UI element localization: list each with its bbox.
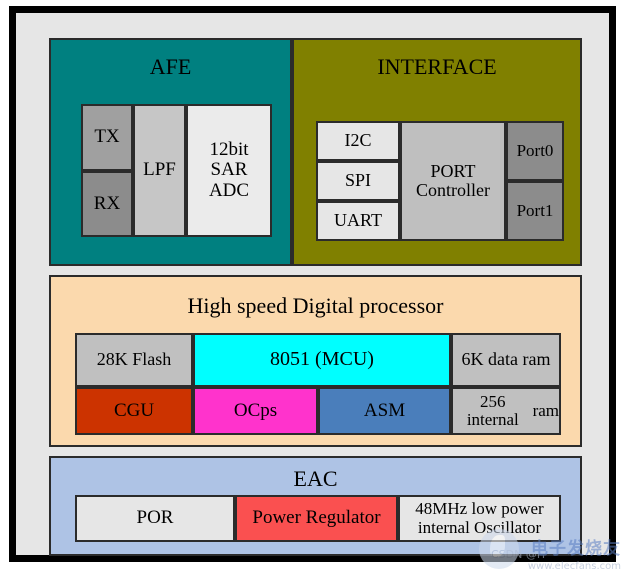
- block-i2c-label: I2C: [344, 130, 372, 151]
- section-interface: INTERFACE I2C SPI UART PORT Controller P…: [292, 38, 582, 266]
- block-uart-label: UART: [334, 210, 382, 231]
- block-rx-label: RX: [93, 192, 121, 214]
- block-internal-ram-line2: ram: [532, 400, 559, 420]
- block-mcu-label: 8051 (MCU): [270, 348, 374, 371]
- section-eac-title: EAC: [293, 466, 338, 491]
- block-ocps-label: OCps: [233, 399, 278, 421]
- block-asm-label: ASM: [363, 399, 406, 421]
- block-sar-adc-line2: SAR: [210, 159, 248, 181]
- block-asm: ASM: [318, 387, 451, 435]
- section-afe-title: AFE: [149, 54, 192, 79]
- section-interface-title: INTERFACE: [377, 54, 497, 79]
- chip-outer-frame: AFE TX RX LPF 12bit SAR ADC INTERFACE I2…: [9, 6, 616, 562]
- block-sar-adc-line1: 12bit: [209, 138, 249, 160]
- block-rx: RX: [81, 171, 133, 237]
- block-cgu-label: CGU: [113, 399, 155, 421]
- block-port0-label: Port0: [516, 140, 554, 160]
- block-spi: SPI: [316, 161, 400, 201]
- block-oscillator-line1: 48MHz low power: [415, 499, 544, 519]
- block-port1-label: Port1: [516, 200, 554, 220]
- block-power-regulator: Power Regulator: [235, 495, 398, 542]
- block-ocps: OCps: [193, 387, 318, 435]
- section-eac: EAC POR Power Regulator 48MHz low power …: [49, 456, 582, 556]
- block-port1: Port1: [506, 181, 564, 241]
- block-flash: 28K Flash: [75, 333, 193, 387]
- block-mcu: 8051 (MCU): [193, 333, 451, 387]
- section-afe: AFE TX RX LPF 12bit SAR ADC: [49, 38, 292, 266]
- block-lpf: LPF: [133, 104, 186, 237]
- block-oscillator: 48MHz low power internal Oscillator: [398, 495, 561, 542]
- block-port-controller-line2: Controller: [416, 180, 490, 200]
- section-digital-processor: High speed Digital processor 28K Flash 8…: [49, 275, 582, 447]
- block-oscillator-line2: internal Oscillator: [417, 517, 542, 537]
- watermark-url-text: www.elecfans.com: [527, 561, 621, 572]
- block-internal-ram-line1: 256 internal: [466, 391, 519, 429]
- block-lpf-label: LPF: [143, 159, 176, 181]
- block-port0: Port0: [506, 121, 564, 181]
- block-i2c: I2C: [316, 121, 400, 161]
- block-internal-ram: 256 internal ram: [451, 387, 561, 435]
- block-power-regulator-label: Power Regulator: [252, 507, 381, 529]
- block-por: POR: [75, 495, 235, 542]
- block-port-controller: PORT Controller: [400, 121, 506, 241]
- block-por-label: POR: [136, 507, 174, 529]
- diagram-canvas: AFE TX RX LPF 12bit SAR ADC INTERFACE I2…: [16, 13, 609, 556]
- block-diagram: AFE TX RX LPF 12bit SAR ADC INTERFACE I2…: [0, 0, 625, 575]
- block-port-controller-line1: PORT: [430, 160, 476, 181]
- block-sar-adc-line3: ADC: [208, 179, 250, 201]
- block-data-ram: 6K data ram: [451, 333, 561, 387]
- block-uart: UART: [316, 201, 400, 241]
- block-tx-label: TX: [94, 126, 120, 148]
- block-cgu: CGU: [75, 387, 193, 435]
- block-data-ram-label: 6K data ram: [461, 349, 551, 370]
- block-flash-label: 28K Flash: [96, 349, 172, 370]
- block-spi-label: SPI: [344, 170, 371, 191]
- block-sar-adc: 12bit SAR ADC: [186, 104, 272, 237]
- section-digital-processor-title: High speed Digital processor: [187, 293, 444, 318]
- block-tx: TX: [81, 104, 133, 171]
